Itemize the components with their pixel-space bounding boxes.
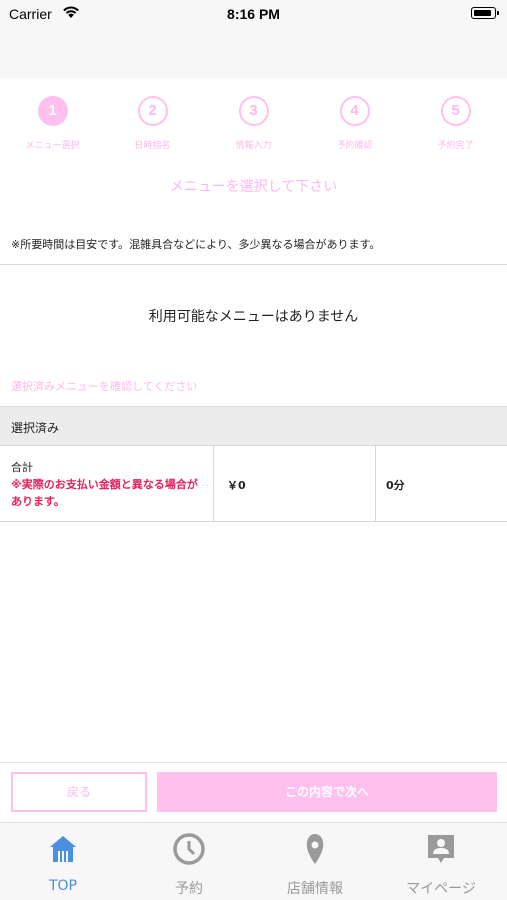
step-2: 2 日時指名 (102, 96, 203, 151)
step-label: 予約完了 (437, 141, 474, 151)
tab-label: マイページ (406, 881, 476, 897)
tab-label: 予約 (175, 881, 203, 897)
tab-my-page[interactable]: マイページ (378, 823, 504, 900)
total-warning-note: ※実際のお支払い金額と異なる場合があります。 (11, 478, 198, 508)
duration-note: ※所要時間は目安です。混雑具合などにより、多少異なる場合があります。 (11, 238, 381, 251)
step-number: 3 (238, 96, 269, 126)
total-label-cell: 合計 ※実際のお支払い金額と異なる場合があります。 (0, 446, 214, 521)
back-button[interactable]: 戻る (11, 772, 147, 812)
status-bar: Carrier 8:16 PM (0, 0, 507, 28)
step-label: 予約確認 (336, 141, 373, 151)
total-duration: 0分 (386, 479, 405, 492)
total-duration-cell: 0分 (376, 446, 507, 521)
battery-icon (471, 7, 499, 19)
tab-store-info[interactable]: 店舗情報 (252, 823, 378, 900)
step-number: 5 (440, 96, 471, 126)
total-price-cell: ￥0 (214, 446, 376, 521)
step-indicator: 1 メニュー選択 2 日時指名 3 情報入力 4 予約確認 5 予約完了 (0, 96, 507, 156)
confirm-selection-label: 選択済みメニューを確認してください (11, 380, 198, 393)
tab-label: TOP (48, 878, 77, 894)
step-label: 日時指名 (134, 141, 171, 151)
map-pin-icon (306, 834, 324, 864)
clock-icon (173, 833, 205, 865)
total-price: ￥0 (227, 479, 246, 492)
profile-icon (428, 835, 454, 863)
divider (0, 264, 507, 265)
total-summary-row: 合計 ※実際のお支払い金額と異なる場合があります。 ￥0 0分 (0, 446, 507, 522)
tab-reservation[interactable]: 予約 (126, 823, 252, 900)
divider (0, 762, 507, 763)
tab-label: 店舗情報 (287, 881, 343, 897)
home-icon (50, 836, 76, 862)
step-1: 1 メニュー選択 (2, 96, 103, 151)
navigation-bar (0, 28, 507, 78)
step-5: 5 予約完了 (405, 96, 506, 151)
tab-bar: TOP 予約 店舗情報 マイページ (0, 822, 507, 900)
step-number: 4 (339, 96, 370, 126)
step-label: メニュー選択 (25, 141, 80, 151)
selected-section-header: 選択済み (0, 406, 507, 446)
step-4: 4 予約確認 (304, 96, 405, 151)
step-3: 3 情報入力 (203, 96, 304, 151)
step-number: 2 (137, 96, 168, 126)
tab-top[interactable]: TOP (0, 823, 126, 900)
total-label: 合計 (11, 461, 33, 474)
selected-header-label: 選択済み (11, 421, 60, 435)
empty-menu-message: 利用可能なメニューはありません (148, 309, 359, 325)
step-number: 1 (37, 96, 68, 126)
page-heading: メニューを選択して下さい (169, 179, 338, 195)
status-time: 8:16 PM (227, 6, 280, 22)
next-button[interactable]: この内容で次へ (157, 772, 497, 812)
step-label: 情報入力 (235, 141, 272, 151)
